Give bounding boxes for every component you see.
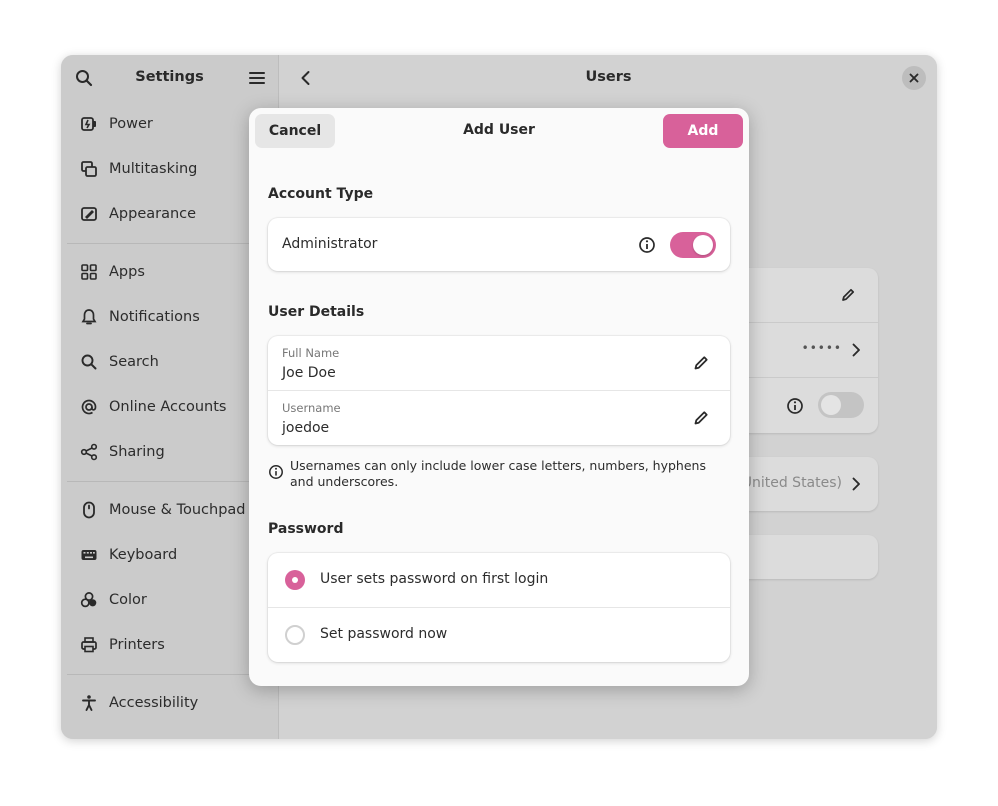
full-name-label: Full Name	[282, 346, 340, 360]
sidebar-item-online-accounts[interactable]: Online Accounts	[67, 387, 272, 427]
radio-label: User sets password on first login	[320, 571, 549, 587]
sidebar-separator	[67, 674, 278, 675]
sidebar-item-accessibility[interactable]: Accessibility	[67, 683, 272, 723]
search-icon	[79, 352, 99, 372]
sidebar-item-notifications[interactable]: Notifications	[67, 297, 272, 337]
multitasking-icon	[79, 159, 99, 179]
radio-label: Set password now	[320, 626, 448, 642]
info-icon[interactable]	[638, 236, 656, 254]
user-details-card: Full Name Joe Doe Username joedoe	[268, 336, 730, 445]
sidebar-item-label: Sharing	[109, 444, 165, 460]
sidebar-item-label: Apps	[109, 264, 145, 280]
username-value[interactable]: joedoe	[282, 420, 329, 436]
apps-icon	[79, 262, 99, 282]
full-name-field[interactable]: Full Name Joe Doe	[268, 336, 730, 391]
toggle-knob	[693, 235, 713, 255]
account-type-heading: Account Type	[268, 186, 374, 202]
sidebar-item-label: Notifications	[109, 309, 200, 325]
info-icon[interactable]	[786, 397, 804, 415]
panel-title: Users	[585, 69, 632, 85]
language-value: United States)	[741, 475, 842, 491]
edit-icon[interactable]	[692, 409, 710, 427]
bell-icon	[79, 307, 99, 327]
username-label: Username	[282, 401, 341, 415]
close-icon	[909, 73, 919, 83]
sidebar-item-label: Online Accounts	[109, 399, 227, 415]
password-option-set-now[interactable]: Set password now	[268, 608, 730, 662]
sidebar-item-printers[interactable]: Printers	[67, 625, 272, 665]
color-icon	[79, 590, 99, 610]
sidebar: Settings Power Multitasking Appearance A…	[61, 55, 279, 739]
radio-button-unselected[interactable]	[285, 625, 305, 645]
sidebar-item-power[interactable]: Power	[67, 104, 272, 144]
sidebar-separator	[67, 243, 278, 244]
add-user-dialog: Cancel Add User Add Account Type Adminis…	[249, 108, 749, 686]
printer-icon	[79, 635, 99, 655]
keyboard-icon	[79, 545, 99, 565]
administrator-row: Administrator	[268, 218, 730, 271]
password-card: User sets password on first login Set pa…	[268, 553, 730, 662]
sidebar-item-apps[interactable]: Apps	[67, 252, 272, 292]
toggle-knob	[821, 395, 841, 415]
share-icon	[79, 442, 99, 462]
hint-text: Usernames can only include lower case le…	[290, 458, 706, 489]
close-button[interactable]	[902, 66, 926, 90]
at-icon	[79, 397, 99, 417]
sidebar-item-sharing[interactable]: Sharing	[67, 432, 272, 472]
sidebar-item-color[interactable]: Color	[67, 580, 272, 620]
password-dots: •••••	[801, 341, 842, 355]
sidebar-item-label: Accessibility	[109, 695, 199, 711]
mouse-icon	[79, 500, 99, 520]
sidebar-item-appearance[interactable]: Appearance	[67, 194, 272, 234]
sidebar-header: Settings	[61, 55, 278, 101]
sidebar-item-label: Color	[109, 592, 147, 608]
account-type-card: Administrator	[268, 218, 730, 271]
sidebar-item-label: Search	[109, 354, 159, 370]
hamburger-menu-icon[interactable]	[245, 66, 269, 90]
sidebar-separator	[67, 481, 278, 482]
sidebar-item-label: Keyboard	[109, 547, 178, 563]
sidebar-item-label: Power	[109, 116, 153, 132]
sidebar-item-keyboard[interactable]: Keyboard	[67, 535, 272, 575]
edit-icon[interactable]	[692, 354, 710, 372]
chevron-right-icon	[852, 477, 860, 491]
user-details-heading: User Details	[268, 304, 365, 320]
autologin-toggle[interactable]	[818, 392, 864, 418]
edit-icon[interactable]	[840, 287, 856, 303]
appearance-icon	[79, 204, 99, 224]
password-heading: Password	[268, 521, 344, 537]
sidebar-item-label: Mouse & Touchpad	[109, 502, 246, 518]
username-field[interactable]: Username joedoe	[268, 391, 730, 445]
sidebar-item-label: Appearance	[109, 206, 197, 222]
radio-button-selected[interactable]	[285, 570, 305, 590]
sidebar-item-label: Multitasking	[109, 161, 198, 177]
sidebar-item-label: Printers	[109, 637, 165, 653]
password-option-first-login[interactable]: User sets password on first login	[268, 553, 730, 608]
administrator-toggle[interactable]	[670, 232, 716, 258]
accessibility-icon	[79, 693, 99, 713]
add-button[interactable]: Add	[663, 114, 743, 148]
administrator-label: Administrator	[282, 236, 378, 252]
info-icon	[269, 465, 283, 479]
sidebar-item-mouse-touchpad[interactable]: Mouse & Touchpad	[67, 490, 272, 530]
chevron-right-icon	[852, 343, 860, 357]
full-name-value[interactable]: Joe Doe	[282, 365, 336, 381]
sidebar-item-search[interactable]: Search	[67, 342, 272, 382]
sidebar-item-multitasking[interactable]: Multitasking	[67, 149, 272, 189]
power-icon	[79, 114, 99, 134]
